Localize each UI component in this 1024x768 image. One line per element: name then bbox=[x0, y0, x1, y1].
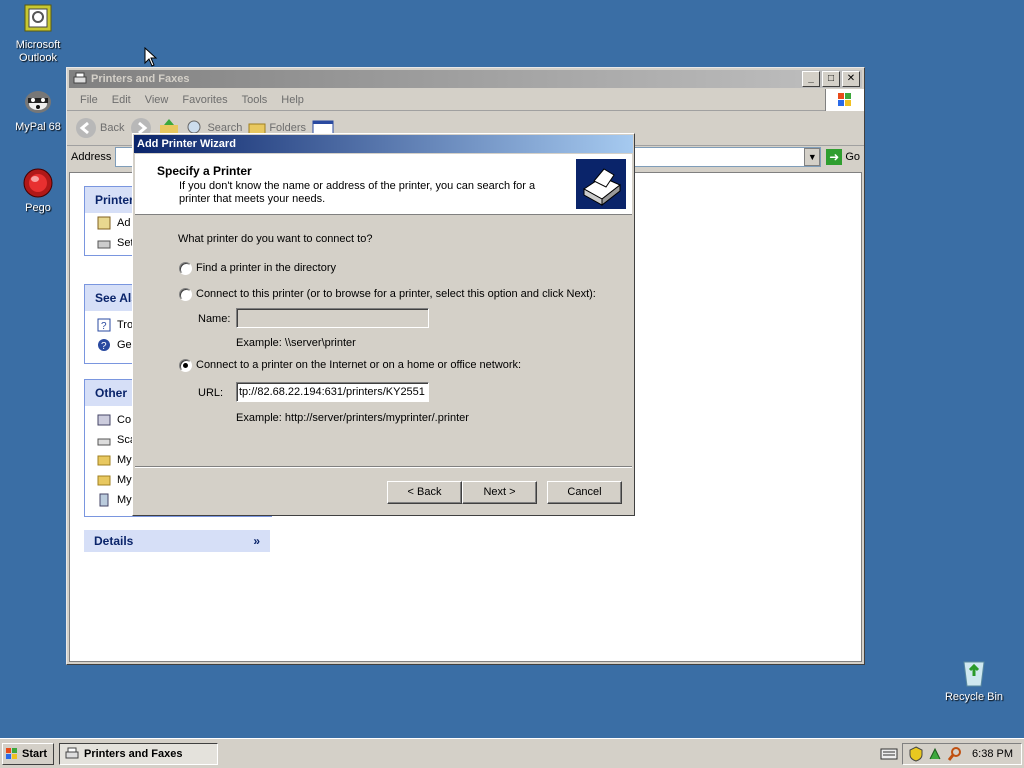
help-icon: ? bbox=[97, 318, 111, 332]
name-field bbox=[236, 308, 429, 328]
radio-find-directory[interactable] bbox=[179, 262, 192, 275]
go-arrow-icon: ➜ bbox=[826, 149, 843, 165]
control-panel-icon bbox=[97, 414, 111, 426]
keyboard-icon[interactable] bbox=[880, 748, 898, 760]
recycle-bin-icon bbox=[958, 656, 990, 688]
back-button[interactable]: Back bbox=[75, 117, 124, 139]
menu-bar: File Edit View Favorites Tools Help bbox=[67, 89, 864, 111]
menu-view[interactable]: View bbox=[138, 94, 176, 106]
taskbar: Start Printers and Faxes 6:38 PM bbox=[0, 738, 1024, 768]
windows-flag-icon bbox=[6, 748, 17, 759]
desktop-icon-label: MyPal 68 bbox=[15, 121, 61, 133]
fax-icon bbox=[97, 240, 111, 249]
menu-edit[interactable]: Edit bbox=[105, 94, 138, 106]
name-example-text: Example: \\server\printer bbox=[236, 337, 356, 349]
printer-icon bbox=[65, 747, 79, 759]
help-circle-icon: ? bbox=[98, 339, 110, 352]
address-label: Address bbox=[71, 151, 112, 163]
wizard-heading: Specify a Printer bbox=[157, 164, 252, 178]
menu-help[interactable]: Help bbox=[274, 94, 311, 106]
option-connect-this-printer-label[interactable]: Connect to this printer (or to browse fo… bbox=[196, 288, 596, 300]
system-tray: 6:38 PM bbox=[902, 743, 1022, 765]
next-button[interactable]: Next > bbox=[462, 481, 537, 504]
network-icon[interactable] bbox=[927, 746, 943, 762]
windows-logo-icon bbox=[825, 89, 864, 111]
question-label: What printer do you want to connect to? bbox=[178, 233, 373, 245]
details-header[interactable]: Details » bbox=[84, 530, 270, 552]
security-shield-icon[interactable] bbox=[909, 746, 923, 762]
maximize-button[interactable]: □ bbox=[822, 71, 840, 87]
url-label: URL: bbox=[198, 387, 224, 399]
back-button[interactable]: < Back bbox=[387, 481, 462, 504]
computer-icon bbox=[99, 493, 109, 507]
desktop-icon-outlook[interactable]: Microsoft Outlook bbox=[0, 4, 78, 65]
close-button[interactable]: ✕ bbox=[842, 71, 860, 87]
radio-connect-this-printer[interactable] bbox=[179, 288, 192, 301]
desktop-icon-label: Pego bbox=[25, 202, 51, 214]
pictures-icon bbox=[97, 475, 111, 486]
wizard-subheading: If you don't know the name or address of… bbox=[179, 180, 536, 205]
magnifier-icon[interactable] bbox=[947, 746, 963, 762]
details-panel: Details » bbox=[84, 530, 270, 552]
printer-wizard-icon bbox=[576, 159, 626, 209]
separator bbox=[135, 466, 632, 468]
address-dropdown-icon[interactable]: ▼ bbox=[804, 148, 821, 166]
back-arrow-icon bbox=[76, 118, 96, 138]
documents-icon bbox=[97, 455, 111, 466]
scanner-icon bbox=[97, 438, 111, 446]
outlook-icon bbox=[22, 4, 54, 36]
wizard-titlebar[interactable]: Add Printer Wizard bbox=[134, 135, 633, 153]
desktop-icon-label: Microsoft Outlook bbox=[15, 39, 61, 64]
wizard-title: Add Printer Wizard bbox=[137, 138, 236, 150]
wizard-header: Specify a Printer If you don't know the … bbox=[135, 154, 632, 215]
add-printer-icon bbox=[97, 216, 111, 230]
desktop-icon-recycle-bin[interactable]: Recycle Bin bbox=[934, 656, 1014, 704]
clock[interactable]: 6:38 PM bbox=[972, 748, 1021, 760]
menu-tools[interactable]: Tools bbox=[235, 94, 275, 106]
option-connect-internet-label[interactable]: Connect to a printer on the Internet or … bbox=[196, 359, 521, 371]
menu-file[interactable]: File bbox=[73, 94, 105, 106]
radio-connect-internet[interactable] bbox=[179, 359, 192, 372]
window-titlebar[interactable]: Printers and Faxes _ □ ✕ bbox=[69, 70, 862, 88]
pego-icon bbox=[22, 167, 54, 199]
svg-text:?: ? bbox=[101, 321, 107, 332]
desktop-icon-label: Recycle Bin bbox=[944, 691, 1004, 703]
go-button[interactable]: ➜ Go bbox=[826, 149, 860, 165]
taskbar-item-printers[interactable]: Printers and Faxes bbox=[59, 743, 218, 765]
minimize-button[interactable]: _ bbox=[802, 71, 820, 87]
add-printer-wizard-dialog: Add Printer Wizard Specify a Printer If … bbox=[132, 133, 635, 516]
start-button[interactable]: Start bbox=[2, 743, 54, 765]
expand-chevron-icon[interactable]: » bbox=[253, 530, 260, 552]
svg-text:?: ? bbox=[101, 341, 107, 352]
printer-icon bbox=[73, 72, 87, 84]
name-label: Name: bbox=[198, 313, 231, 325]
url-example-text: Example: http://server/printers/myprinte… bbox=[236, 412, 469, 424]
window-title: Printers and Faxes bbox=[91, 73, 190, 85]
menu-favorites[interactable]: Favorites bbox=[175, 94, 234, 106]
option-find-directory-label[interactable]: Find a printer in the directory bbox=[196, 262, 336, 274]
url-field[interactable]: tp://82.68.22.194:631/printers/KY2551 bbox=[236, 382, 429, 402]
mouse-cursor-icon bbox=[144, 47, 158, 67]
mypal-icon bbox=[22, 86, 54, 118]
cancel-button[interactable]: Cancel bbox=[547, 481, 622, 504]
